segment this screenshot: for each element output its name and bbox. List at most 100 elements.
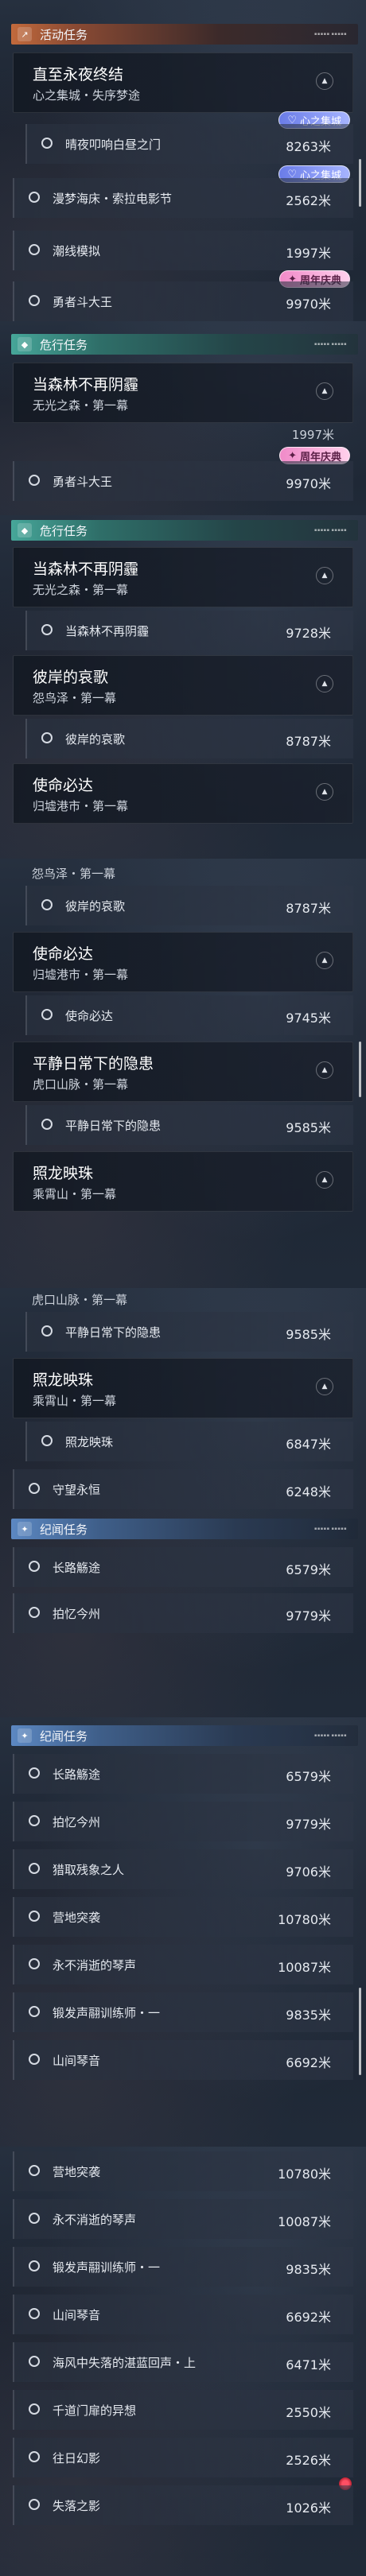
circle-marker-icon: [29, 1958, 40, 1969]
quest-card-forest[interactable]: 当森林不再阴霾 无光之森・第一幕 ▲: [13, 547, 353, 607]
circle-marker-icon: [29, 1561, 40, 1572]
task-row[interactable]: 锻发声翮训练师・一 9835米: [13, 1992, 353, 2032]
quest-title: 当森林不再阴霾: [33, 561, 139, 578]
sparkle-icon: ✦: [288, 449, 297, 462]
circle-marker-icon: [29, 2356, 40, 2367]
task-name: 海风中失落的湛蓝回声・上: [53, 2356, 197, 2370]
task-name: 守望永恒: [53, 1483, 101, 1497]
section-title: 纪闻任务: [40, 1522, 88, 1537]
chevron-up-icon[interactable]: ▲: [316, 1378, 333, 1395]
scrollbar[interactable]: [359, 1042, 361, 1097]
quest-title: 照龙映珠: [33, 1371, 94, 1389]
quest-subtitle: 无光之森・第一幕: [33, 398, 129, 413]
section-title: 活动任务: [40, 27, 88, 42]
task-row[interactable]: 彼岸的哀歌 8787米: [25, 886, 353, 925]
task-name: 锻发声翮训练师・一: [53, 2006, 161, 2020]
circle-marker-icon: [29, 1767, 40, 1779]
task-row[interactable]: 山间琴音 6692米: [13, 2295, 353, 2334]
task-row[interactable]: 漫梦海床・索拉电影节 2562米: [13, 178, 353, 218]
chevron-up-icon[interactable]: ▲: [316, 1061, 333, 1079]
task-row[interactable]: 当森林不再阴霾 9728米: [25, 611, 353, 650]
task-row[interactable]: 永不消逝的琴声 10087米: [13, 2199, 353, 2239]
task-row[interactable]: 平静日常下的隐患 9585米: [25, 1312, 353, 1352]
task-name: 失落之影: [53, 2499, 101, 2513]
screen-frame-2: ◆ 危行任务 ▪▪▪▪▪ ▪▪▪▪▪ 当森林不再阴霾 无光之森・第一幕 ▲ 19…: [0, 321, 366, 515]
section-title: 危行任务: [40, 523, 88, 538]
chevron-up-icon[interactable]: ▲: [316, 675, 333, 692]
task-name: 当森林不再阴霾: [65, 624, 150, 638]
scrollbar[interactable]: [359, 159, 361, 207]
quest-card-mission[interactable]: 使命必达 归墟港市・第一幕 ▲: [13, 932, 353, 992]
chevron-up-icon[interactable]: ▲: [316, 952, 333, 969]
task-row[interactable]: 拍忆今州 9779米: [13, 1802, 353, 1841]
task-row[interactable]: 潮线模拟 1997米: [13, 231, 353, 270]
chevron-up-icon[interactable]: ▲: [316, 567, 333, 584]
task-row[interactable]: 失落之影 1026米: [13, 2485, 353, 2525]
task-row[interactable]: 拍忆今州 9779米: [13, 1593, 353, 1633]
scrollbar[interactable]: [359, 1988, 361, 2075]
quest-card-pearl[interactable]: 照龙映珠 乘霄山・第一幕 ▲: [13, 1358, 353, 1418]
circle-marker-icon: [41, 1009, 53, 1020]
section-header-danger[interactable]: ◆ 危行任务 ▪▪▪▪▪ ▪▪▪▪▪: [11, 520, 358, 541]
task-row[interactable]: 锻发声翮训练师・一 9835米: [13, 2247, 353, 2287]
task-row[interactable]: 猎取残象之人 9706米: [13, 1849, 353, 1889]
task-row[interactable]: 照龙映珠 6847米: [25, 1422, 353, 1461]
task-row[interactable]: 守望永恒 6248米: [13, 1469, 353, 1509]
circle-marker-icon: [29, 2054, 40, 2065]
chevron-up-icon[interactable]: ▲: [316, 72, 333, 90]
quest-card-mission[interactable]: 使命必达 归墟港市・第一幕 ▲: [13, 763, 353, 824]
task-name: 勇者斗大王: [53, 295, 113, 309]
task-row[interactable]: 永不消逝的琴声 10087米: [13, 1945, 353, 1984]
task-distance: 2562米: [286, 193, 331, 208]
quest-subtitle: 归墟港市・第一幕: [33, 799, 129, 813]
task-distance: 9835米: [286, 2262, 331, 2277]
section-header-memory[interactable]: ✦ 纪闻任务 ▪▪▪▪▪ ▪▪▪▪▪: [11, 1725, 358, 1746]
task-row[interactable]: 勇者斗大王 9970米: [13, 461, 353, 501]
quest-card-forest[interactable]: 当森林不再阴霾 无光之森・第一幕 ▲: [13, 363, 353, 423]
task-row[interactable]: 长路觞途 6579米: [13, 1754, 353, 1794]
section-title: 纪闻任务: [40, 1728, 88, 1744]
chevron-up-icon[interactable]: ▲: [316, 1171, 333, 1189]
danger-diamond-icon: ◆: [18, 337, 32, 351]
task-row[interactable]: 长路觞途 6579米: [13, 1547, 353, 1587]
quest-subtitle: 心之集城・失序梦途: [33, 88, 141, 103]
task-row[interactable]: 平静日常下的隐患 9585米: [25, 1105, 353, 1145]
task-name: 使命必达: [65, 1009, 114, 1023]
task-row[interactable]: 往日幻影 2526米: [13, 2438, 353, 2477]
task-distance: 6471米: [286, 2357, 331, 2372]
task-distance: 9728米: [286, 626, 331, 641]
quest-title: 使命必达: [33, 945, 94, 963]
task-distance: 10780米: [278, 1912, 331, 1927]
task-name: 潮线模拟: [53, 244, 101, 258]
quest-subtitle: 乘霄山・第一幕: [33, 1394, 117, 1408]
task-row[interactable]: 千道门扉的异想 2550米: [13, 2390, 353, 2430]
danger-diamond-icon: ◆: [18, 523, 32, 537]
task-row[interactable]: 晴夜叩响白昼之门 8263米: [25, 124, 353, 164]
task-row[interactable]: 使命必达 9745米: [25, 995, 353, 1035]
quest-card-pearl[interactable]: 照龙映珠 乘霄山・第一幕 ▲: [13, 1151, 353, 1212]
circle-marker-icon: [41, 1119, 53, 1130]
circle-marker-icon: [29, 295, 40, 306]
task-name: 晴夜叩响白昼之门: [65, 138, 162, 152]
section-header-activity[interactable]: ↗ 活动任务 ▪▪▪▪▪ ▪▪▪▪▪: [11, 24, 358, 45]
screen-frame-3: ◆ 危行任务 ▪▪▪▪▪ ▪▪▪▪▪ 当森林不再阴霾 无光之森・第一幕 ▲ 当森…: [0, 515, 366, 859]
circle-marker-icon: [41, 138, 53, 149]
task-row[interactable]: 海风中失落的湛蓝回声・上 6471米: [13, 2342, 353, 2382]
task-row[interactable]: 营地突袭 10780米: [13, 2151, 353, 2191]
task-name: 拍忆今州: [53, 1815, 101, 1829]
task-row[interactable]: 营地突袭 10780米: [13, 1897, 353, 1937]
task-name: 猎取残象之人: [53, 1863, 125, 1877]
task-row[interactable]: 山间琴音 6692米: [13, 2040, 353, 2080]
task-row[interactable]: 彼岸的哀歌 8787米: [25, 719, 353, 758]
task-distance: 9779米: [286, 1817, 331, 1832]
quest-card-elegy[interactable]: 彼岸的哀歌 怨鸟泽・第一幕 ▲: [13, 655, 353, 716]
section-header-danger[interactable]: ◆ 危行任务 ▪▪▪▪▪ ▪▪▪▪▪: [11, 334, 358, 355]
circle-marker-icon: [29, 2308, 40, 2319]
quest-card-hidden[interactable]: 平静日常下的隐患 虎口山脉・第一幕 ▲: [13, 1042, 353, 1102]
section-header-memory[interactable]: ✦ 纪闻任务 ▪▪▪▪▪ ▪▪▪▪▪: [11, 1519, 358, 1539]
task-row[interactable]: 勇者斗大王 9970米: [13, 281, 353, 321]
task-distance: 6248米: [286, 1484, 331, 1499]
chevron-up-icon[interactable]: ▲: [316, 382, 333, 400]
quest-card-eternal[interactable]: 直至永夜终结 心之集城・失序梦途 ▲: [13, 52, 353, 113]
chevron-up-icon[interactable]: ▲: [316, 783, 333, 801]
